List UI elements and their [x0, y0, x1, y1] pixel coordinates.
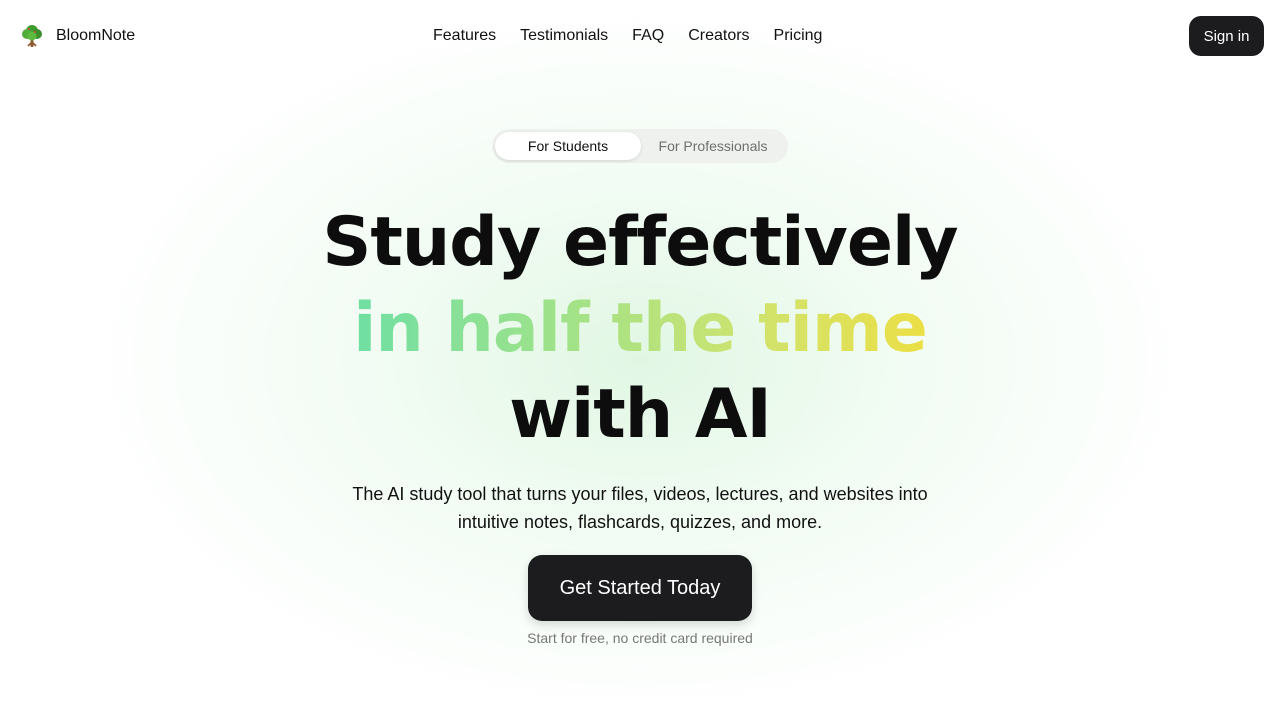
toggle-for-professionals[interactable]: For Professionals [641, 132, 785, 160]
tree-icon [20, 23, 44, 49]
cta-note: Start for free, no credit card required [527, 630, 753, 646]
nav-creators[interactable]: Creators [688, 27, 749, 45]
brand-home-link[interactable]: BloomNote [20, 22, 135, 50]
headline-line-1: Study effectively [322, 203, 958, 282]
nav-faq[interactable]: FAQ [632, 27, 664, 45]
brand-name: BloomNote [56, 27, 136, 44]
nav-pricing[interactable]: Pricing [774, 27, 823, 45]
sign-in-button[interactable]: Sign in [1189, 16, 1264, 56]
get-started-button[interactable]: Get Started Today [528, 555, 752, 621]
main-nav: Features Testimonials FAQ Creators Prici… [433, 24, 822, 48]
nav-testimonials[interactable]: Testimonials [520, 27, 608, 45]
headline-line-2-gradient: in half the time [353, 286, 928, 372]
headline-line-3: with AI [509, 375, 772, 454]
hero-subtitle: The AI study tool that turns your files,… [352, 484, 928, 532]
nav-features[interactable]: Features [433, 27, 496, 45]
site-header: BloomNote Features Testimonials FAQ Crea… [0, 0, 1280, 72]
hero-headline: Study effectively in half the time with … [0, 200, 1280, 458]
audience-toggle: For Students For Professionals [492, 129, 788, 163]
toggle-for-students[interactable]: For Students [495, 132, 641, 160]
